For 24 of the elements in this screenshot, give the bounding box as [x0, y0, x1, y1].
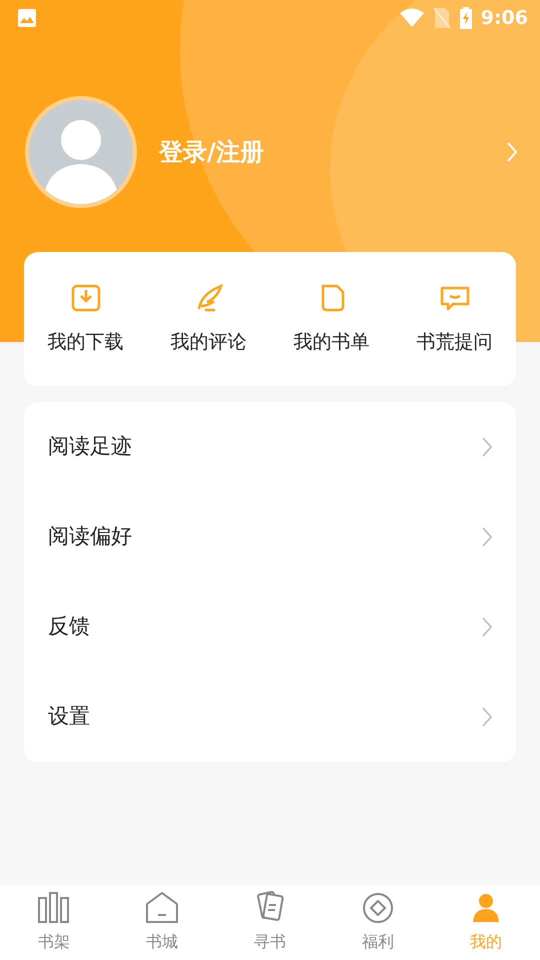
chevron-right-icon [482, 527, 492, 547]
tab[interactable]: 寻书 [216, 885, 324, 960]
image-icon [17, 8, 37, 28]
menu-item[interactable]: 设置 [24, 672, 516, 762]
quick-action-button[interactable]: 我的下载 [24, 282, 147, 356]
chevron-right-icon [482, 617, 492, 637]
battery-charging-icon [458, 7, 473, 29]
tab[interactable]: 书架 [0, 885, 108, 960]
quick-action-button[interactable]: 书荒提问 [393, 282, 516, 356]
menu-item[interactable]: 阅读偏好 [24, 492, 516, 582]
chevron-right-icon [482, 437, 492, 457]
chevron-right-icon [482, 707, 492, 727]
clock-time: 9:06 [480, 6, 528, 31]
bars-icon [36, 890, 72, 926]
tab[interactable]: 书城 [108, 885, 216, 960]
chevron-right-icon[interactable] [506, 141, 518, 163]
home-icon [144, 890, 180, 926]
menu-item[interactable]: 阅读足迹 [24, 402, 516, 492]
no-sim-icon [432, 7, 451, 29]
quick-action-button[interactable]: 我的书单 [270, 282, 393, 356]
menu-item[interactable]: 反馈 [24, 582, 516, 672]
quick-action-button[interactable]: 我的评论 [147, 282, 270, 356]
tab[interactable]: 福利 [324, 885, 432, 960]
wifi-icon [398, 8, 425, 28]
